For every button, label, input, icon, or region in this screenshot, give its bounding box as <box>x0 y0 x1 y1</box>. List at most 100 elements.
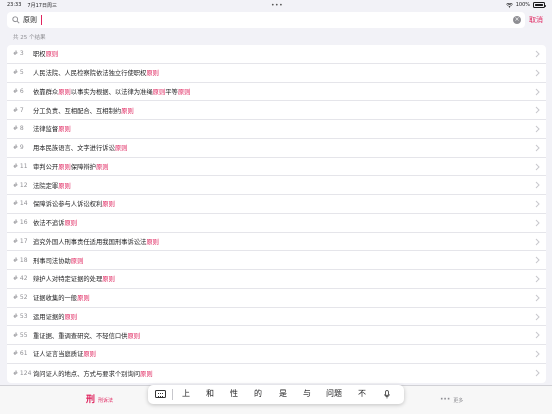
highlight-match: 原则 <box>102 276 115 284</box>
article-number: # 61 <box>13 350 28 358</box>
chevron-right-icon <box>535 69 540 77</box>
tab-criminal-procedure-law[interactable]: 刑 刑诉法 <box>86 395 113 405</box>
chevron-right-icon <box>535 313 540 320</box>
highlight-match: 原则 <box>146 70 159 78</box>
list-item[interactable]: # 42 辩护人对特定证据的处理原则 <box>7 270 546 289</box>
candidate-word[interactable]: 不 <box>358 388 366 399</box>
title-text: 刑事司法协助 <box>33 257 71 265</box>
list-item[interactable]: # 55 重证据、重调查研究、不轻信口供原则 <box>7 326 546 345</box>
article-title: 法院定罪原则 <box>33 181 71 190</box>
article-title: 人民法院、人民检察院依法独立行使职权原则 <box>33 68 159 77</box>
chevron-right-icon <box>535 256 540 264</box>
list-item[interactable]: # 14 保障诉讼参与人诉讼权利原则 <box>7 195 546 214</box>
title-text: 法律监督 <box>33 126 59 134</box>
article-number: # 7 <box>13 106 24 114</box>
candidate-word[interactable]: 是 <box>279 388 287 399</box>
article-title: 分工负责、互相配合、互相制约原则 <box>33 106 134 115</box>
list-item[interactable]: # 6 依靠群众原则以事实为根据、以法律为准绳原则平等原则 <box>7 83 546 102</box>
tab-label: 刑诉法 <box>98 397 114 404</box>
article-title: 职权原则 <box>33 49 58 58</box>
candidate-word[interactable]: 性 <box>230 388 238 399</box>
chevron-right-icon <box>535 88 540 95</box>
list-item[interactable]: # 5 人民法院、人民检察院依法独立行使职权原则 <box>7 64 546 83</box>
chevron-right-icon <box>535 238 540 245</box>
title-text: 分工负责、互相配合、互相制约 <box>33 107 122 115</box>
search-input[interactable] <box>23 13 503 27</box>
candidate-word[interactable]: 的 <box>254 388 262 399</box>
article-title: 运用证据的原则 <box>33 312 77 321</box>
list-item[interactable]: # 7 分工负责、互相配合、互相制约原则 <box>7 101 546 120</box>
article-title: 法律监督原则 <box>33 124 71 133</box>
highlight-match: 原则 <box>64 220 78 228</box>
chevron-right-icon <box>535 106 540 114</box>
highlight-match: 原则 <box>70 257 84 265</box>
candidate-word[interactable]: 和 <box>206 388 214 399</box>
chevron-right-icon <box>535 50 540 58</box>
highlight-match: 原则 <box>45 51 59 59</box>
list-item[interactable]: # 18 刑事司法协助原则 <box>7 251 546 270</box>
article-number: # 11 <box>13 162 28 170</box>
article-number: # 9 <box>13 144 24 152</box>
microphone-icon[interactable] <box>384 390 390 399</box>
multitasking-dots[interactable]: ••• <box>271 2 283 9</box>
list-item[interactable]: # 8 法律监督原则 <box>7 120 546 139</box>
highlight-match: 原则 <box>58 182 71 190</box>
chevron-right-icon <box>535 294 540 302</box>
title-text: 证人证言当庭质证 <box>33 351 84 359</box>
article-number: # 18 <box>13 256 28 264</box>
results-list: # 3 职权原则 # 5 人民法院、人民检察院依法独立行使职权原则 # 6 依靠群众原则以… <box>7 45 546 383</box>
highlight-match: 原则 <box>102 201 115 209</box>
title-text: 职权 <box>33 51 46 59</box>
keyboard-suggestion-bar: 上 和 性 的 是 与 问题 不 <box>148 385 404 404</box>
clear-icon[interactable]: × <box>513 16 521 24</box>
article-title: 重证据、重调查研究、不轻信口供原则 <box>33 331 140 340</box>
title-text: 询问证人的地点、方式与要求个别询问 <box>33 370 141 378</box>
list-item[interactable]: # 52 证据收集的一般原则 <box>7 289 546 308</box>
keyboard-icon[interactable] <box>155 390 166 398</box>
list-item[interactable]: # 12 法院定罪原则 <box>7 176 546 195</box>
text-caret <box>41 15 42 25</box>
cancel-button[interactable]: 取消 <box>529 15 543 25</box>
article-number: # 5 <box>13 69 24 77</box>
article-number: # 16 <box>13 219 28 227</box>
more-icon: ··· <box>440 395 451 405</box>
result-count: 共 25 个结果 <box>13 35 46 41</box>
article-title: 审判公开原则保障辩护原则 <box>33 162 109 171</box>
highlight-match: 原则 <box>121 107 134 115</box>
article-number: # 14 <box>13 200 28 208</box>
chevron-right-icon <box>535 369 540 377</box>
list-item[interactable]: # 17 追究外国人刑事责任适用我国刑事诉讼法原则 <box>7 233 546 252</box>
search-field[interactable]: × <box>7 12 525 28</box>
article-number: # 53 <box>13 312 28 320</box>
list-item[interactable]: # 53 运用证据的原则 <box>7 308 546 327</box>
article-number: # 124 <box>13 369 32 377</box>
candidate-word[interactable]: 问题 <box>326 388 342 399</box>
list-item[interactable]: # 3 职权原则 <box>7 45 546 64</box>
title-text: 人民法院、人民检察院依法独立行使职权 <box>33 70 147 78</box>
highlight-match: 原则 <box>83 351 96 359</box>
article-number: # 42 <box>13 275 28 283</box>
candidate-word[interactable]: 与 <box>303 388 311 399</box>
title-text: 以事实为根据、以法律为准绳 <box>70 88 153 96</box>
article-title: 辩护人对特定证据的处理原则 <box>33 274 115 283</box>
list-item[interactable]: # 61 证人证言当庭质证原则 <box>7 345 546 364</box>
tab-label: 更多 <box>453 397 464 404</box>
status-time: 23:33 <box>7 2 22 8</box>
tab-more[interactable]: ··· 更多 <box>440 395 463 405</box>
article-number: # 55 <box>13 331 28 339</box>
title-text: 依法不追诉 <box>33 220 65 228</box>
status-date: 7月17日周三 <box>27 3 57 9</box>
list-item[interactable]: # 124 询问证人的地点、方式与要求个别询问原则 <box>7 364 546 383</box>
candidate-word[interactable]: 上 <box>182 388 190 399</box>
highlight-match: 原则 <box>58 88 71 96</box>
article-title: 证人证言当庭质证原则 <box>33 349 96 358</box>
highlight-match: 原则 <box>177 88 191 96</box>
list-item[interactable]: # 9 用本民族语言、文字进行诉讼原则 <box>7 139 546 158</box>
highlight-match: 原则 <box>127 332 141 340</box>
title-text: 法院定罪 <box>33 182 59 190</box>
chevron-right-icon <box>535 200 540 208</box>
list-item[interactable]: # 11 审判公开原则保障辩护原则 <box>7 158 546 177</box>
list-item[interactable]: # 16 依法不追诉原则 <box>7 214 546 233</box>
battery-percent: 100% <box>515 2 530 8</box>
highlight-match: 原则 <box>77 295 90 303</box>
